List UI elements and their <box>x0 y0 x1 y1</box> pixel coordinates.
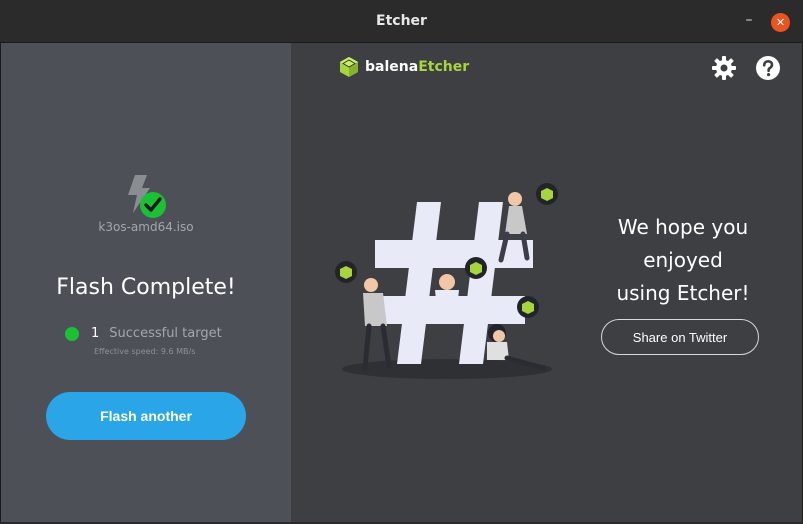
main-panel: balenaEtcher We hope you enjoyed using E… <box>291 43 802 522</box>
help-icon[interactable] <box>755 55 781 81</box>
gear-icon[interactable] <box>711 55 737 81</box>
success-dot-icon <box>65 326 79 341</box>
target-label: Successful target <box>109 326 222 341</box>
thank-you-line-2: enjoyed <box>643 248 723 272</box>
brand-text-balena: balena <box>365 59 419 75</box>
window-title: Etcher <box>376 13 427 29</box>
brand-text-etcher: Etcher <box>418 59 470 75</box>
flash-success-icon <box>128 175 166 218</box>
target-count: 1 <box>91 326 100 341</box>
left-panel: k3os-amd64.iso Flash Complete! 1 Success… <box>1 43 291 522</box>
thank-you-message: We hope you enjoyed using Etcher! <box>601 211 765 310</box>
target-summary: 1 Successful target <box>65 326 222 341</box>
flash-complete-title: Flash Complete! <box>56 275 236 300</box>
brand-logo: balenaEtcher <box>339 56 469 78</box>
flash-another-button[interactable]: Flash another <box>46 392 246 440</box>
window-titlebar: Etcher – ✕ <box>0 0 803 43</box>
balena-cube-icon <box>340 57 358 77</box>
celebration-illustration <box>335 183 558 379</box>
thank-you-line-3: using Etcher! <box>616 281 750 305</box>
effective-speed: Effective speed: 9.6 MB/s <box>94 347 196 356</box>
minimize-button[interactable]: – <box>741 12 757 30</box>
thank-you-line-1: We hope you <box>617 215 749 239</box>
close-button[interactable]: ✕ <box>771 13 790 32</box>
share-on-twitter-button[interactable]: Share on Twitter <box>601 319 759 355</box>
image-filename: k3os-amd64.iso <box>98 220 194 234</box>
